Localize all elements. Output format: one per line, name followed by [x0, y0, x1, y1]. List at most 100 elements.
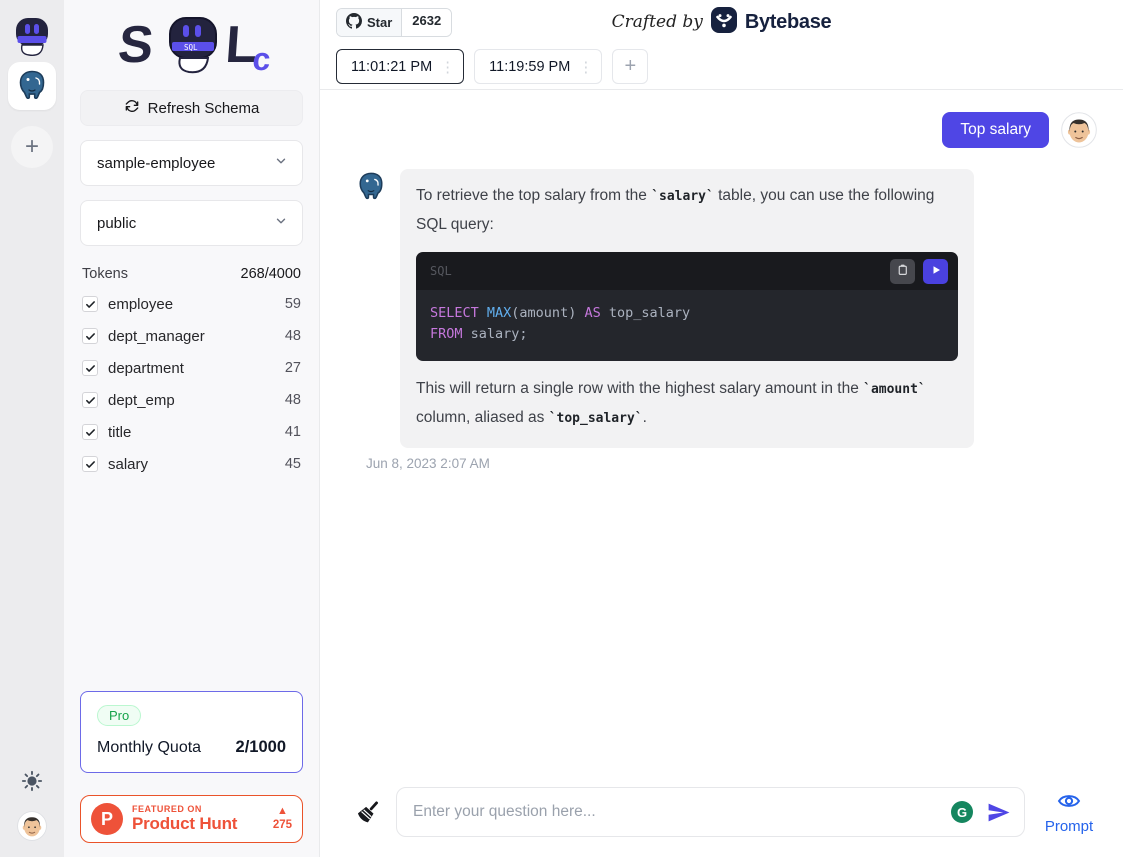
code-actions — [890, 259, 948, 284]
question-input[interactable] — [396, 787, 1025, 837]
database-dropdown[interactable]: sample-employee — [80, 140, 303, 186]
tab-menu-icon[interactable]: ⋮ — [578, 58, 593, 76]
copy-code-button[interactable] — [890, 259, 915, 284]
conversation-tab-label: 11:01:21 PM — [351, 59, 432, 75]
prompt-button-label: Prompt — [1045, 818, 1093, 835]
table-checkbox[interactable] — [82, 296, 98, 312]
rail-item-sqlchat-bot[interactable] — [8, 14, 56, 62]
table-row: department 27 — [80, 352, 303, 384]
quota-card: Pro Monthly Quota 2/1000 — [80, 691, 303, 773]
topbar: Star 2632 Crafted by Bytebase — [320, 0, 1123, 44]
rail-item-postgres-connection[interactable] — [8, 62, 56, 110]
composer: G Prompt — [320, 777, 1123, 857]
check-icon — [85, 363, 96, 374]
clipboard-icon — [896, 263, 909, 279]
crafted-by-label: Crafted by — [612, 12, 703, 32]
user-profile-avatar[interactable] — [17, 811, 47, 841]
table-token-count: 41 — [285, 424, 301, 440]
grammarly-icon[interactable]: G — [951, 801, 973, 823]
conversation-tabbar: 11:01:21 PM ⋮ 11:19:59 PM ⋮ + — [320, 44, 1123, 90]
bot-paragraph: To retrieve the top salary from the `sal… — [416, 182, 958, 239]
tab-menu-icon[interactable]: ⋮ — [440, 58, 455, 76]
user-message-bubble: Top salary — [942, 112, 1049, 148]
upvote-triangle-icon: ▲ — [273, 806, 292, 817]
conversation-tab[interactable]: 11:19:59 PM ⋮ — [474, 49, 602, 84]
sql-function: MAX — [487, 305, 511, 321]
check-icon — [85, 395, 96, 406]
sidebar-spacer — [80, 480, 303, 691]
table-row: dept_manager 48 — [80, 320, 303, 352]
sidebar: S SQL L c — [64, 0, 320, 857]
table-token-count: 48 — [285, 392, 301, 408]
bot-text: This will return a single row with the h… — [416, 380, 863, 397]
star-label: Star — [367, 15, 392, 30]
conversation-tab-active[interactable]: 11:01:21 PM ⋮ — [336, 49, 464, 84]
product-hunt-name: Product Hunt — [132, 815, 237, 833]
broom-icon — [356, 798, 382, 827]
svg-text:c: c — [251, 41, 271, 77]
quota-row: Monthly Quota 2/1000 — [97, 738, 286, 757]
refresh-schema-label: Refresh Schema — [148, 100, 260, 117]
product-hunt-badge[interactable]: P FEATURED ON Product Hunt ▲ 275 — [80, 795, 303, 843]
table-name: salary — [108, 456, 148, 473]
table-name: dept_manager — [108, 328, 205, 345]
tokens-label: Tokens — [82, 266, 128, 282]
table-row: dept_emp 48 — [80, 384, 303, 416]
bot-paragraph: This will return a single row with the h… — [416, 375, 958, 432]
sql-code-block: SQL — [416, 252, 958, 361]
sqlchat-logo: S SQL L c — [80, 0, 303, 90]
database-dropdown-value: sample-employee — [97, 155, 215, 172]
table-name: department — [108, 360, 184, 377]
refresh-icon — [124, 98, 140, 118]
chevron-down-icon — [274, 214, 288, 232]
message-timestamp: Jun 8, 2023 2:07 AM — [366, 456, 1097, 471]
check-icon — [85, 427, 96, 438]
table-row: employee 59 — [80, 288, 303, 320]
table-checkbox[interactable] — [82, 328, 98, 344]
table-name: title — [108, 424, 131, 441]
plus-icon: + — [25, 135, 39, 159]
send-button[interactable] — [986, 800, 1011, 828]
product-hunt-logo-icon: P — [91, 803, 123, 835]
github-star-button[interactable]: Star 2632 — [336, 8, 452, 37]
table-row: salary 45 — [80, 448, 303, 480]
refresh-schema-button[interactable]: Refresh Schema — [80, 90, 303, 126]
code-block-header: SQL — [416, 252, 958, 290]
sql-keyword: AS — [584, 305, 600, 321]
table-row: title 41 — [80, 416, 303, 448]
chevron-down-icon — [274, 154, 288, 172]
run-query-button[interactable] — [923, 259, 948, 284]
sql-text: top_salary — [601, 305, 690, 321]
table-token-count: 48 — [285, 328, 301, 344]
github-icon — [346, 13, 362, 32]
bot-text: To retrieve the top salary from the — [416, 187, 651, 204]
code-line: SELECT MAX(amount) AS top_salary — [430, 303, 944, 324]
new-conversation-button[interactable]: + — [612, 49, 648, 84]
clear-conversation-button[interactable] — [356, 798, 382, 827]
question-input-wrap: G — [396, 787, 1025, 837]
bot-avatar-postgres-icon — [356, 171, 386, 201]
plus-icon: + — [624, 55, 636, 78]
schema-dropdown[interactable]: public — [80, 200, 303, 246]
prompt-button[interactable]: Prompt — [1039, 789, 1099, 835]
sql-chat-app: + — [0, 0, 1123, 857]
theme-toggle-button[interactable] — [21, 770, 43, 795]
svg-text:S: S — [115, 16, 156, 74]
bytebase-wordmark: Bytebase — [745, 11, 832, 34]
table-name: employee — [108, 296, 173, 313]
chat-thread: Top salary — [320, 90, 1123, 777]
table-token-count: 45 — [285, 456, 301, 472]
star-count: 2632 — [401, 9, 451, 36]
table-checkbox[interactable] — [82, 456, 98, 472]
sql-keyword: FROM — [430, 326, 463, 342]
bytebase-logo-icon — [711, 7, 737, 38]
svg-text:SQL: SQL — [184, 43, 198, 52]
table-checkbox[interactable] — [82, 424, 98, 440]
connection-rail: + — [0, 0, 64, 857]
table-token-count: 27 — [285, 360, 301, 376]
table-checkbox[interactable] — [82, 392, 98, 408]
inline-code: `salary` — [651, 189, 714, 204]
table-checkbox[interactable] — [82, 360, 98, 376]
add-connection-button[interactable]: + — [11, 126, 53, 168]
code-block-body: SELECT MAX(amount) AS top_salary FROM sa… — [416, 290, 958, 361]
